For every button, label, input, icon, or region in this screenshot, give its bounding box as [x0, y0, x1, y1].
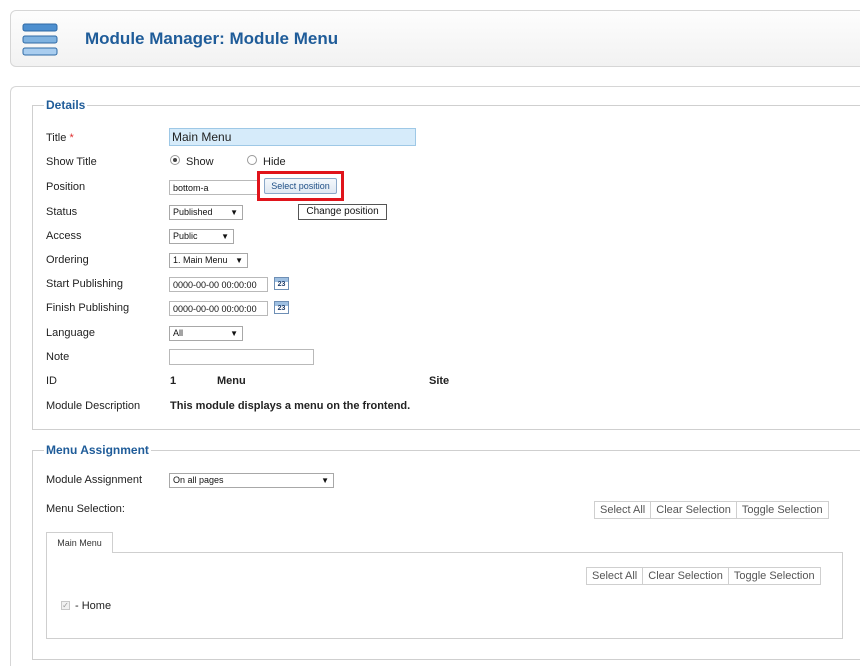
- id-label: ID: [46, 375, 57, 387]
- show-option-label: Show: [186, 156, 214, 168]
- finish-publishing-label: Finish Publishing: [46, 302, 130, 314]
- page-title: Module Manager: Module Menu: [85, 29, 339, 48]
- toggle-selection-button[interactable]: Toggle Selection: [729, 568, 820, 584]
- finish-publishing-input[interactable]: [169, 301, 268, 316]
- module-assignment-select[interactable]: On all pages ▼: [169, 473, 334, 488]
- change-position-tooltip: Change position: [298, 204, 387, 220]
- position-input[interactable]: [169, 180, 260, 195]
- clear-selection-button[interactable]: Clear Selection: [643, 568, 729, 584]
- hide-radio[interactable]: [247, 155, 257, 165]
- menu-module-icon: [22, 23, 58, 56]
- details-legend: Details: [44, 98, 88, 112]
- show-radio[interactable]: [170, 155, 180, 165]
- select-all-button[interactable]: Select All: [587, 568, 644, 584]
- chevron-down-icon: ▼: [235, 256, 243, 265]
- show-title-label: Show Title: [46, 156, 97, 168]
- module-assignment-label: Module Assignment: [46, 474, 142, 486]
- id-client: Site: [429, 375, 450, 387]
- tab-selection-buttons: Select All Clear Selection Toggle Select…: [586, 567, 821, 585]
- module-description-label: Module Description: [46, 400, 141, 412]
- toggle-selection-button[interactable]: Toggle Selection: [737, 502, 828, 518]
- hide-option-label: Hide: [263, 156, 286, 168]
- required-mark: *: [69, 132, 74, 144]
- menu-selection-buttons: Select All Clear Selection Toggle Select…: [594, 501, 829, 519]
- access-label: Access: [46, 230, 82, 242]
- id-type: Menu: [217, 375, 246, 387]
- page-header: Module Manager: Module Menu: [10, 10, 860, 67]
- language-label: Language: [46, 327, 95, 339]
- position-label: Position: [46, 181, 86, 193]
- highlight-box: [257, 171, 344, 201]
- main-menu-tab-panel: [46, 552, 843, 639]
- module-description: This module displays a menu on the front…: [170, 400, 411, 412]
- clear-selection-button[interactable]: Clear Selection: [651, 502, 737, 518]
- status-label: Status: [46, 206, 78, 218]
- title-label: Title *: [46, 132, 74, 144]
- language-select[interactable]: All ▼: [169, 326, 243, 341]
- start-publishing-input[interactable]: [169, 277, 268, 292]
- chevron-down-icon: ▼: [221, 232, 229, 241]
- title-input[interactable]: [169, 128, 416, 146]
- start-publishing-label: Start Publishing: [46, 278, 124, 290]
- home-checkbox[interactable]: ✓: [61, 601, 70, 610]
- status-select[interactable]: Published ▼: [169, 205, 243, 220]
- chevron-down-icon: ▼: [321, 476, 329, 485]
- calendar-icon[interactable]: 23: [274, 301, 289, 314]
- select-all-button[interactable]: Select All: [595, 502, 652, 518]
- id-value: 1: [170, 375, 177, 387]
- ordering-label: Ordering: [46, 254, 89, 266]
- chevron-down-icon: ▼: [230, 329, 238, 338]
- menu-item-home: - Home: [75, 600, 112, 612]
- menu-selection-label: Menu Selection:: [46, 503, 125, 515]
- chevron-down-icon: ▼: [230, 208, 238, 217]
- note-label: Note: [46, 351, 70, 363]
- access-select[interactable]: Public ▼: [169, 229, 234, 244]
- menu-assignment-legend: Menu Assignment: [44, 443, 151, 457]
- calendar-icon[interactable]: 23: [274, 277, 289, 290]
- ordering-select[interactable]: 1. Main Menu ▼: [169, 253, 248, 268]
- note-input[interactable]: [169, 349, 314, 365]
- tab-main-menu[interactable]: Main Menu: [46, 532, 113, 553]
